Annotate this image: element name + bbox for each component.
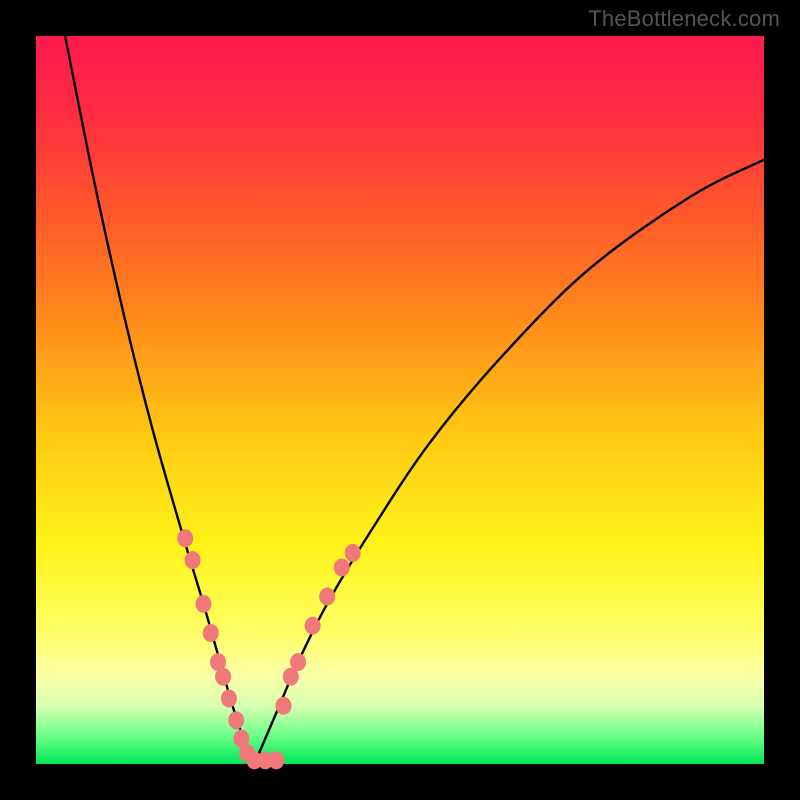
plot-area [36,36,764,764]
left-branch-curve [65,36,254,764]
data-marker [276,697,292,715]
marker-group [177,529,360,769]
data-marker [185,551,201,569]
data-marker [228,711,244,729]
data-marker [319,588,335,606]
data-marker [290,653,306,671]
data-marker [203,624,219,642]
data-marker [334,558,350,576]
data-marker [195,595,211,613]
data-marker [215,668,231,686]
data-marker [268,751,284,769]
data-marker [345,544,361,562]
data-marker [305,617,321,635]
data-marker [221,689,237,707]
right-branch-curve [254,160,764,764]
chart-frame: TheBottleneck.com [0,0,800,800]
watermark-text: TheBottleneck.com [588,6,780,32]
curve-layer [36,36,764,764]
data-marker [177,529,193,547]
